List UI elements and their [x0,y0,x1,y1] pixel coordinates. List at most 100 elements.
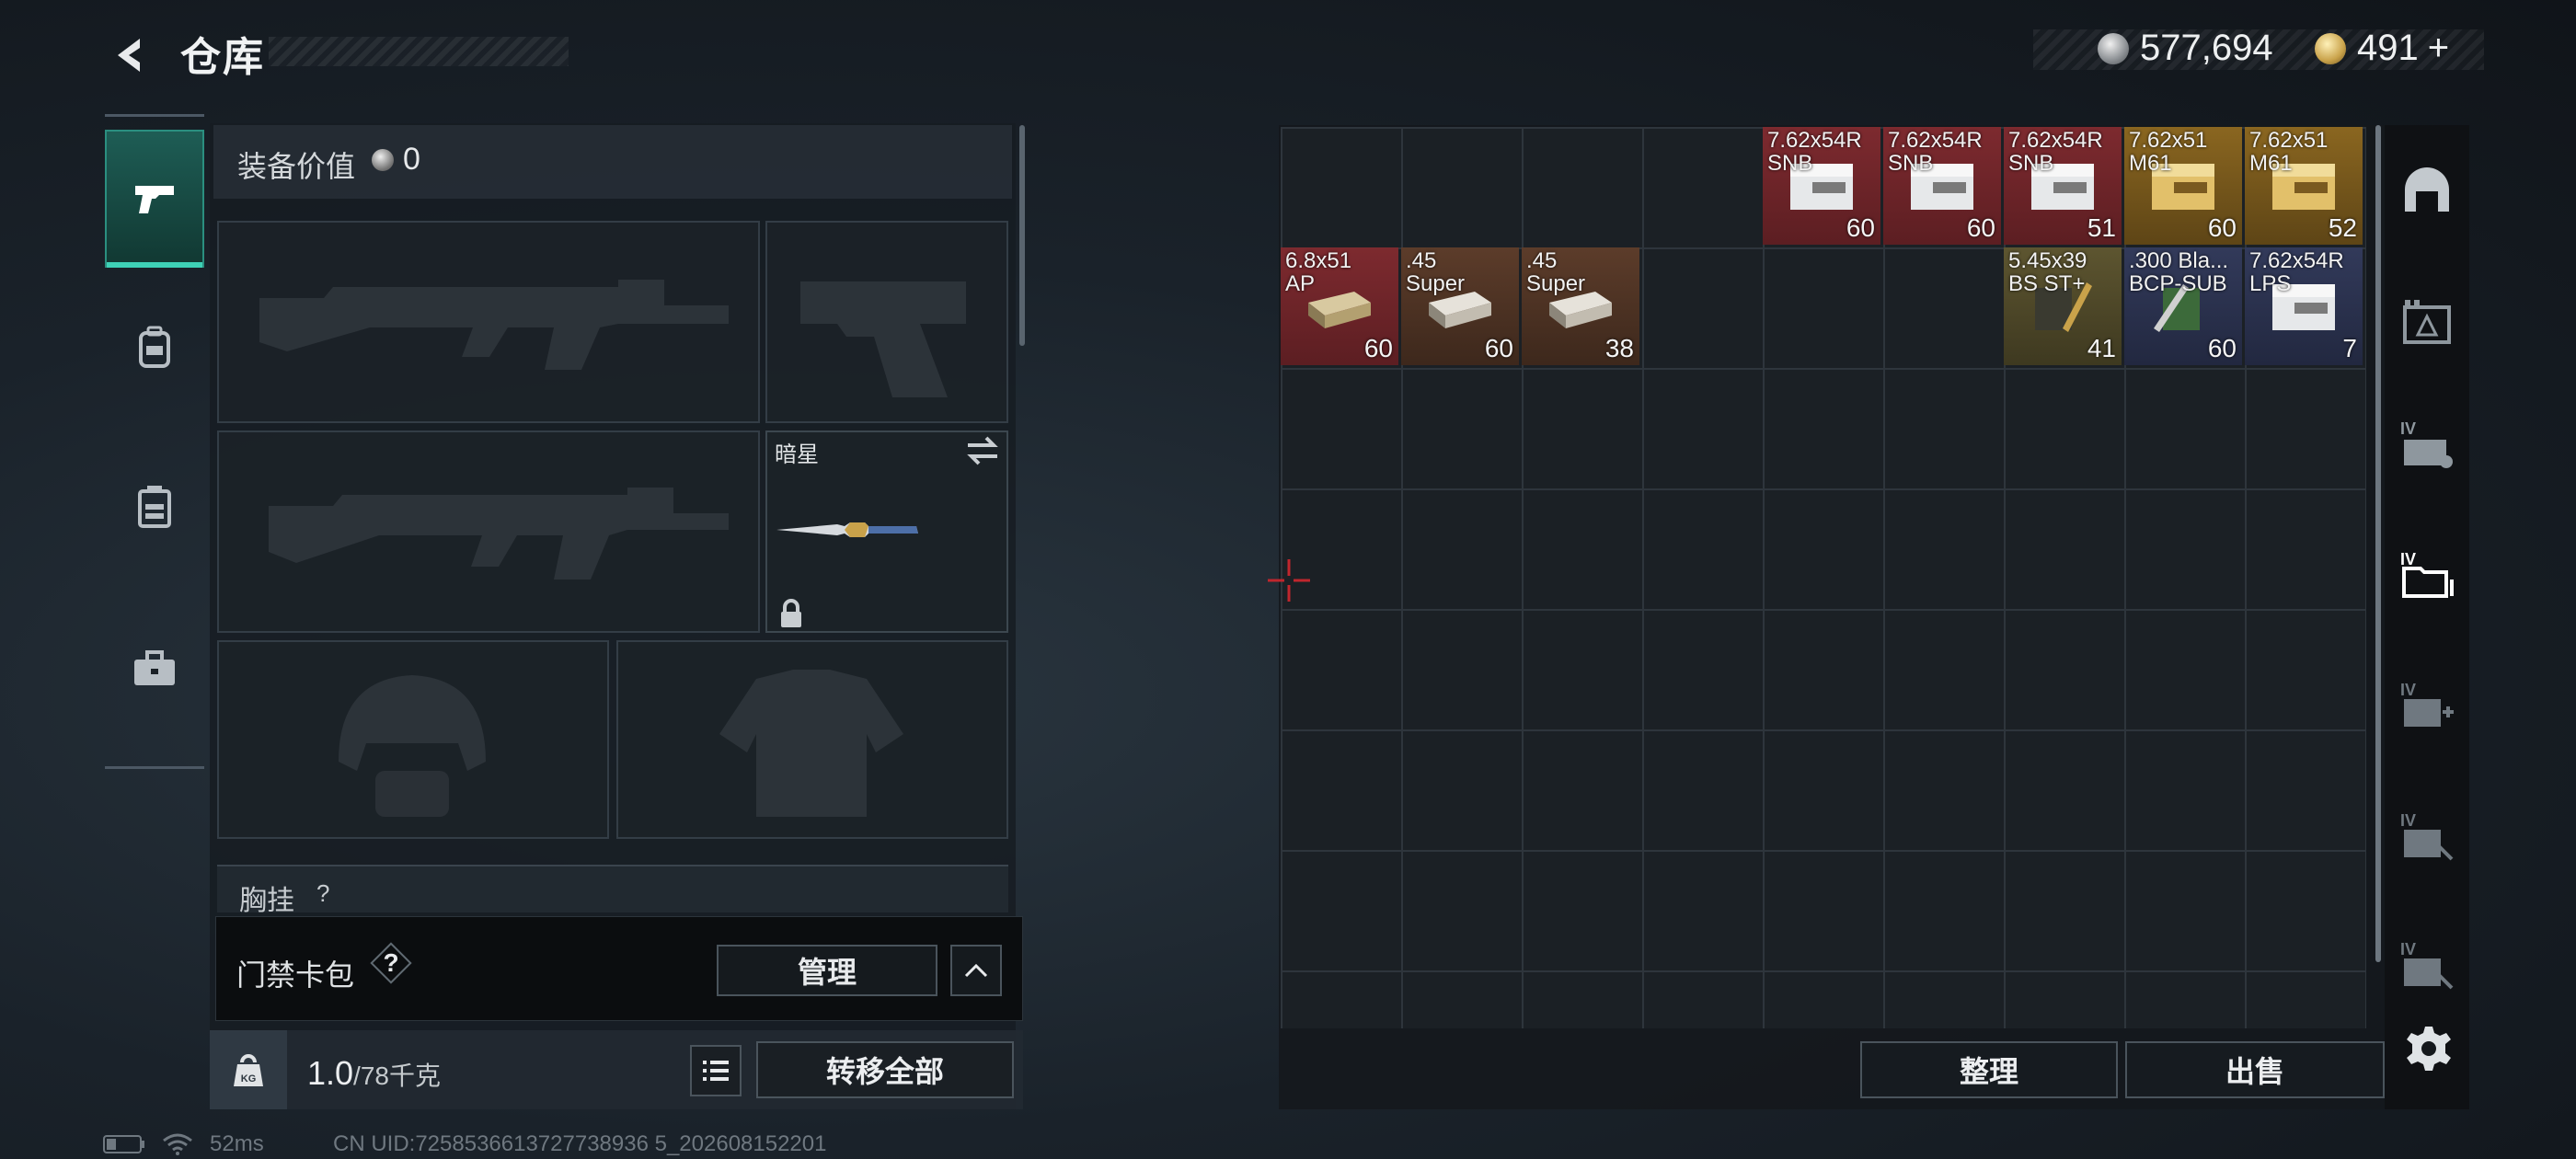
item-count: 51 [2087,213,2116,242]
rifle-silhouette-icon [269,488,729,580]
tab-backpack[interactable] [105,273,204,420]
silver-amount: 577,694 [2140,28,2273,68]
chevron-up-icon [964,963,988,978]
weight-icon-box: KG [210,1030,287,1109]
battery-icon [103,1135,144,1153]
ammo-item[interactable]: 5.45x39 BS ST+ 41 [2004,247,2122,365]
item-name: .45 Super [1406,248,1466,296]
rifle-silhouette-icon [259,280,729,370]
item-name: 7.62x51 M61 [2249,128,2329,176]
ammo-item[interactable]: 7.62x54R LPS 7 [2245,247,2363,365]
ammo-item[interactable]: 7.62x54R SNB 51 [2004,127,2122,245]
chest-rig-help-icon[interactable]: ? [316,879,329,908]
tab-weapon[interactable] [105,130,204,268]
svg-text:IV: IV [2400,940,2416,958]
swap-icon[interactable] [964,434,1001,472]
equip-value-label: 装备价值 [237,150,356,183]
loadout-tab-bar [105,114,204,769]
armor-slot[interactable] [616,640,1008,839]
list-view-button[interactable] [690,1045,742,1096]
ammo-item[interactable]: .300 Bla... BCP-SUB 60 [2124,247,2242,365]
ammo-item[interactable]: 7.62x54R SNB 60 [1883,127,2001,245]
status-bar: 52ms [103,1131,264,1157]
item-name: 7.62x54R SNB [1888,128,1983,176]
stash-page-5[interactable]: IV [2392,800,2462,870]
wifi-icon [163,1133,192,1155]
pistol-silhouette-icon [800,281,966,397]
item-name: 7.62x51 M61 [2129,128,2208,176]
helmet-slot[interactable] [217,640,609,839]
chest-rig-label: 胸挂 [239,886,294,912]
ammo-item[interactable]: 7.62x51 M61 60 [2124,127,2242,245]
weight-readout: 1.0/78千克 [307,1054,441,1093]
item-count: 60 [2207,334,2237,362]
silver-coin-icon [372,149,394,171]
ping-text: 52ms [210,1131,264,1156]
item-count: 60 [1966,213,1995,242]
gold-amount: 491 [2357,28,2419,68]
expansion-medkit-icon: IV [2400,681,2454,727]
ammo-item[interactable]: .45 Super 38 [1522,247,1639,365]
expansion-locked-case-icon: IV [2400,811,2454,861]
backpack-icon [139,326,170,368]
chest-rig-section[interactable]: 胸挂 ? [217,865,1008,912]
item-count: 60 [1484,334,1513,362]
back-button[interactable] [103,28,158,83]
stash-page-main[interactable] [2392,155,2462,224]
expansion-case-icon: IV [2400,419,2453,468]
expansion-folder-icon: IV [2400,550,2454,598]
tidy-button[interactable]: 整理 [1860,1041,2118,1098]
tab-chest-rig[interactable] [105,433,204,580]
briefcase-icon [134,650,175,685]
settings-button[interactable] [2398,1017,2460,1080]
weight-current: 1.0 [307,1054,354,1092]
transfer-all-button[interactable]: 转移全部 [756,1041,1014,1098]
stash-page-1[interactable] [2392,287,2462,357]
card-pack-label: 门禁卡包 [236,958,355,992]
loadout-scrollbar[interactable] [1019,125,1025,346]
stash-page-2[interactable]: IV [2392,408,2462,478]
add-gold-icon[interactable]: + [2428,28,2449,69]
ammo-item[interactable]: .45 Super 60 [1401,247,1519,365]
weight-max: /78千克 [353,1061,441,1090]
help-icon[interactable]: ? [373,945,409,981]
crosshair-icon [1268,559,1310,602]
primary-weapon-slot[interactable] [217,221,760,423]
bunker-icon [2405,167,2449,212]
ammo-item[interactable]: 6.8x51 AP 60 [1281,247,1398,365]
svg-text:IV: IV [2400,811,2416,830]
manage-button[interactable]: 管理 [717,945,937,996]
collapse-button[interactable] [950,945,1002,996]
item-name: 6.8x51 AP [1285,248,1352,296]
stash-crate-icon [2403,300,2451,344]
tab-case[interactable] [105,595,204,742]
helmet-silhouette-icon [339,675,486,817]
stash-grid[interactable]: 7.62x54R SNB 60 7.62x54R SNB 60 7.62x54R… [1281,127,2366,1028]
pistol-icon [135,186,174,213]
item-count: 7 [2342,334,2357,362]
stash-page-6[interactable]: IV [2392,929,2462,999]
stash-page-4[interactable]: IV [2392,670,2462,740]
list-icon [703,1061,729,1081]
svg-text:IV: IV [2400,681,2416,699]
item-count: 52 [2328,213,2357,242]
gold-currency[interactable]: 491 + [2315,28,2449,69]
stash-scrollbar[interactable] [2375,125,2381,962]
access-card-pack-bar: 门禁卡包 ? 管理 [215,916,1023,1021]
lock-icon [778,598,804,634]
back-arrow-icon [118,39,140,72]
uid-text: CN UID:7258536613727738936 5_20260815220… [333,1131,827,1156]
ammo-item[interactable]: 7.62x51 M61 52 [2245,127,2363,245]
stash-page-3[interactable]: IV [2392,539,2462,609]
pistol-slot[interactable] [765,221,1008,423]
ammo-item[interactable]: 7.62x54R SNB 60 [1763,127,1880,245]
sell-button[interactable]: 出售 [2125,1041,2385,1098]
expansion-locked-case-icon: IV [2400,940,2454,990]
chest-rig-icon [138,486,171,528]
item-count: 38 [1604,334,1634,362]
armor-silhouette-icon [719,670,903,817]
knife-icon [776,522,918,537]
secondary-weapon-slot[interactable] [217,430,760,633]
svg-text:IV: IV [2400,550,2416,568]
kettlebell-icon: KG [234,1054,263,1086]
